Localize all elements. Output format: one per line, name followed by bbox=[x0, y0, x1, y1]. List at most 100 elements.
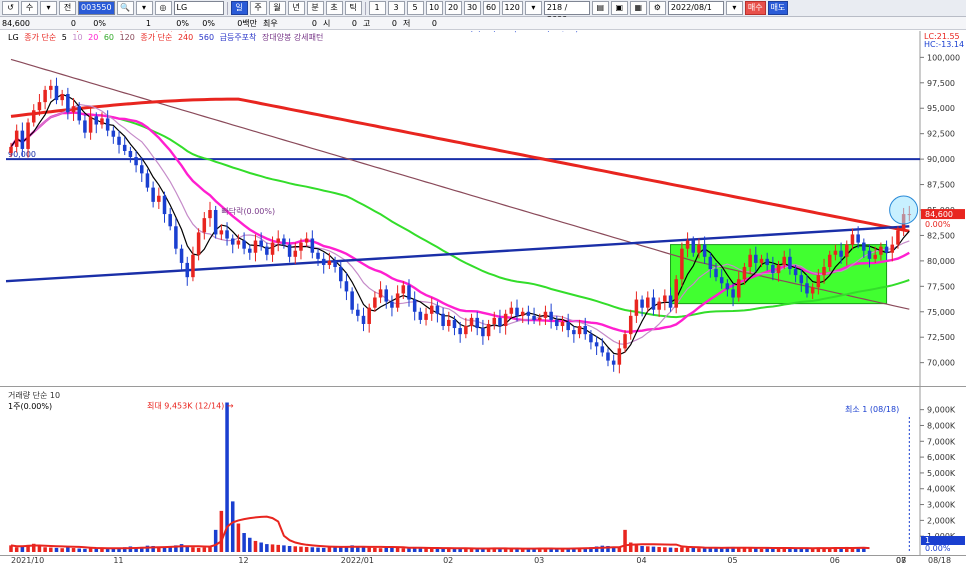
interval-60-button[interactable]: 60 bbox=[483, 1, 500, 15]
x-tick-label: 2022/01 bbox=[341, 556, 374, 565]
candle-body bbox=[242, 241, 246, 249]
lock-icon[interactable]: ▣ bbox=[611, 1, 628, 15]
volume-bar bbox=[657, 547, 661, 552]
candle-body bbox=[129, 151, 133, 157]
candle-body bbox=[390, 302, 394, 308]
volume-max-annotation: 최대 9,453K (12/14) → bbox=[147, 400, 234, 410]
x-tick-label: 06 bbox=[830, 556, 840, 565]
interval-30-button[interactable]: 30 bbox=[464, 1, 481, 15]
candle-body bbox=[419, 312, 423, 320]
volume-bar bbox=[709, 548, 713, 552]
separator bbox=[227, 2, 228, 15]
candle-body bbox=[203, 218, 207, 232]
dropdown-icon[interactable]: ▾ bbox=[40, 1, 57, 15]
volume-bar bbox=[15, 547, 19, 552]
candle-body bbox=[475, 318, 479, 328]
interval-3-button[interactable]: 3 bbox=[388, 1, 405, 15]
volume-bar bbox=[760, 549, 764, 552]
stock-name-field[interactable]: LG bbox=[174, 1, 224, 15]
x-tick-label: 08 bbox=[896, 556, 906, 565]
account-select[interactable]: 수 bbox=[21, 1, 38, 15]
candle-body bbox=[259, 241, 263, 247]
candle-body bbox=[674, 279, 678, 307]
period-minute-button[interactable]: 분 bbox=[307, 1, 324, 15]
calendar-icon[interactable]: ▾ bbox=[726, 1, 743, 15]
interval-1-button[interactable]: 1 bbox=[369, 1, 386, 15]
market-select[interactable]: 전 bbox=[59, 1, 76, 15]
price-tick-label: 80,000 bbox=[927, 257, 955, 266]
best-quote-value: 0 bbox=[291, 17, 321, 30]
interval-dropdown-icon[interactable]: ▾ bbox=[525, 1, 542, 15]
candle-body bbox=[771, 265, 775, 273]
price-chart-panel[interactable]: 100,00097,50095,00092,50090,00087,50085,… bbox=[0, 31, 966, 386]
volume-bar bbox=[674, 548, 678, 552]
volume-bar bbox=[299, 547, 303, 552]
candle-body bbox=[89, 116, 93, 132]
period-second-button[interactable]: 초 bbox=[326, 1, 343, 15]
interval-10-button[interactable]: 10 bbox=[426, 1, 443, 15]
volume-bar bbox=[367, 548, 371, 552]
stock-code-input[interactable]: 003550 bbox=[78, 1, 115, 15]
period-weekly-button[interactable]: 주 bbox=[250, 1, 267, 15]
period-daily-button[interactable]: 일 bbox=[231, 1, 248, 15]
data-count-field[interactable]: 218 / 3600 bbox=[544, 1, 590, 15]
candle-body bbox=[578, 326, 582, 334]
chart-list-icon[interactable]: ▤ bbox=[592, 1, 609, 15]
candle-body bbox=[134, 157, 138, 165]
volume-tick-label: 5,000K bbox=[927, 469, 956, 478]
volume-chart-panel[interactable]: 9,000K8,000K7,000K6,000K5,000K4,000K3,00… bbox=[0, 387, 966, 555]
volume-bar bbox=[663, 547, 667, 552]
favorite-icon[interactable]: ◎ bbox=[155, 1, 172, 15]
candle-body bbox=[339, 267, 343, 281]
refresh-icon[interactable]: ↺ bbox=[2, 1, 19, 15]
price-chart[interactable]: 100,00097,50095,00092,50090,00087,50085,… bbox=[0, 31, 966, 386]
volume-ratio-1: 0% bbox=[155, 17, 193, 30]
candle-body bbox=[748, 255, 752, 267]
volume-bar bbox=[49, 548, 53, 552]
legend-extra2: 장대양봉 강세패턴 bbox=[262, 33, 323, 42]
save-icon[interactable]: ▦ bbox=[630, 1, 647, 15]
low-label: 저 bbox=[401, 17, 421, 30]
interval-20-button[interactable]: 20 bbox=[445, 1, 462, 15]
candle-body bbox=[601, 346, 605, 352]
candle-body bbox=[635, 300, 639, 316]
candle-body bbox=[43, 90, 47, 102]
code-dropdown-icon[interactable]: ▾ bbox=[136, 1, 153, 15]
period-yearly-button[interactable]: 년 bbox=[288, 1, 305, 15]
candle-body bbox=[498, 318, 502, 326]
buy-button[interactable]: 매수 bbox=[745, 1, 766, 15]
price-tick-label: 92,500 bbox=[927, 130, 955, 139]
candle-body bbox=[413, 300, 417, 312]
candle-body bbox=[362, 316, 366, 324]
volume-bar bbox=[635, 545, 639, 552]
high-label: 고 bbox=[361, 17, 381, 30]
volume-bar bbox=[697, 548, 701, 552]
settings-icon[interactable]: ⚙ bbox=[649, 1, 666, 15]
volume-chart[interactable]: 9,000K8,000K7,000K6,000K5,000K4,000K3,00… bbox=[0, 387, 966, 555]
open-value: 0 bbox=[341, 17, 361, 30]
candle-body bbox=[646, 298, 650, 308]
x-tick-label: 11 bbox=[113, 556, 123, 565]
volume-tick-label: 3,000K bbox=[927, 501, 956, 510]
search-icon[interactable]: 🔍 bbox=[117, 1, 134, 15]
date-field[interactable]: 2022/08/1 bbox=[668, 1, 724, 15]
candle-body bbox=[436, 306, 440, 314]
candle-body bbox=[55, 86, 59, 100]
period-monthly-button[interactable]: 월 bbox=[269, 1, 286, 15]
volume-legend-sub: 1주(0.00%) bbox=[8, 401, 60, 412]
high-value: 0 bbox=[381, 17, 401, 30]
volume-legend-label: 거래량 단순 10 bbox=[8, 390, 60, 401]
candle-body bbox=[811, 287, 815, 293]
price-tick-label: 87,500 bbox=[927, 181, 955, 190]
volume-bar bbox=[43, 547, 47, 552]
interval-5-button[interactable]: 5 bbox=[407, 1, 424, 15]
period-tick-button[interactable]: 틱 bbox=[345, 1, 362, 15]
candle-body bbox=[402, 285, 406, 293]
ma10-line bbox=[11, 104, 909, 344]
candle-body bbox=[566, 322, 570, 330]
candle-body bbox=[95, 116, 99, 124]
interval-120-button[interactable]: 120 bbox=[502, 1, 523, 15]
sell-button[interactable]: 매도 bbox=[768, 1, 789, 15]
legend-ma240: 240 bbox=[178, 33, 193, 42]
trade-amount: 0백만 bbox=[219, 17, 261, 30]
